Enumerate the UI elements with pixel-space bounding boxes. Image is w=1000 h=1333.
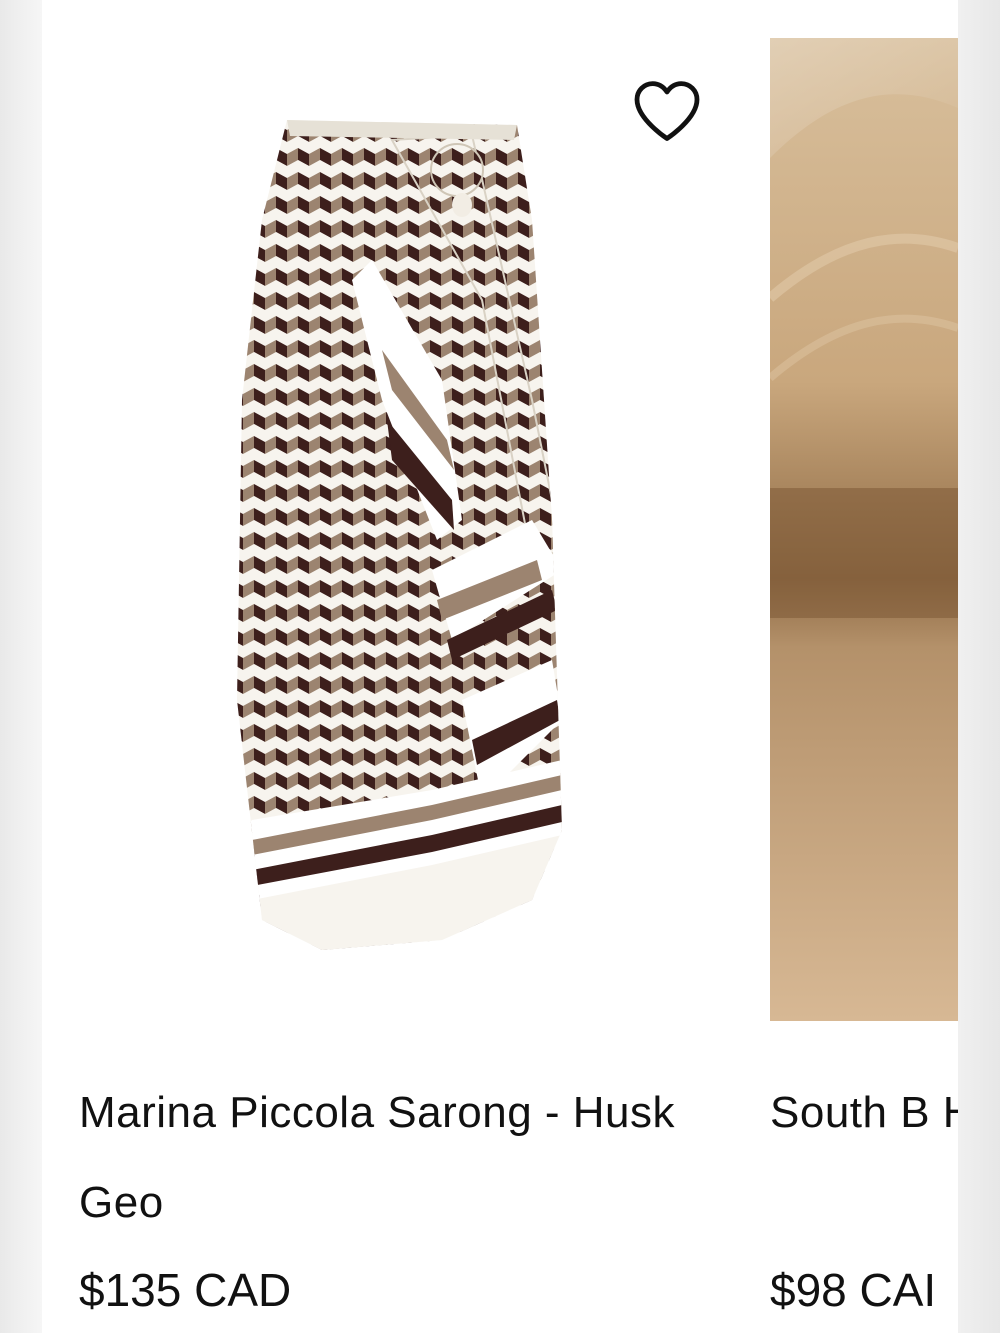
- left-page-gutter: [0, 0, 42, 1333]
- right-page-gutter: [958, 0, 1000, 1333]
- product-image-sand-scene[interactable]: [770, 38, 958, 1021]
- product-card[interactable]: South B Husk Ge $98 CAI: [770, 0, 958, 1333]
- product-title[interactable]: Marina Piccola Sarong - Husk Geo: [79, 1068, 719, 1248]
- wishlist-button[interactable]: [627, 70, 707, 150]
- product-price: $135 CAD: [79, 1264, 292, 1316]
- product-title[interactable]: South B Husk Ge: [770, 1068, 958, 1158]
- product-price: $98 CAI: [770, 1264, 937, 1316]
- product-card[interactable]: Marina Piccola Sarong - Husk Geo $135 CA…: [42, 0, 742, 1333]
- heart-outline-icon: [634, 81, 700, 141]
- product-image-sarong[interactable]: [232, 100, 562, 960]
